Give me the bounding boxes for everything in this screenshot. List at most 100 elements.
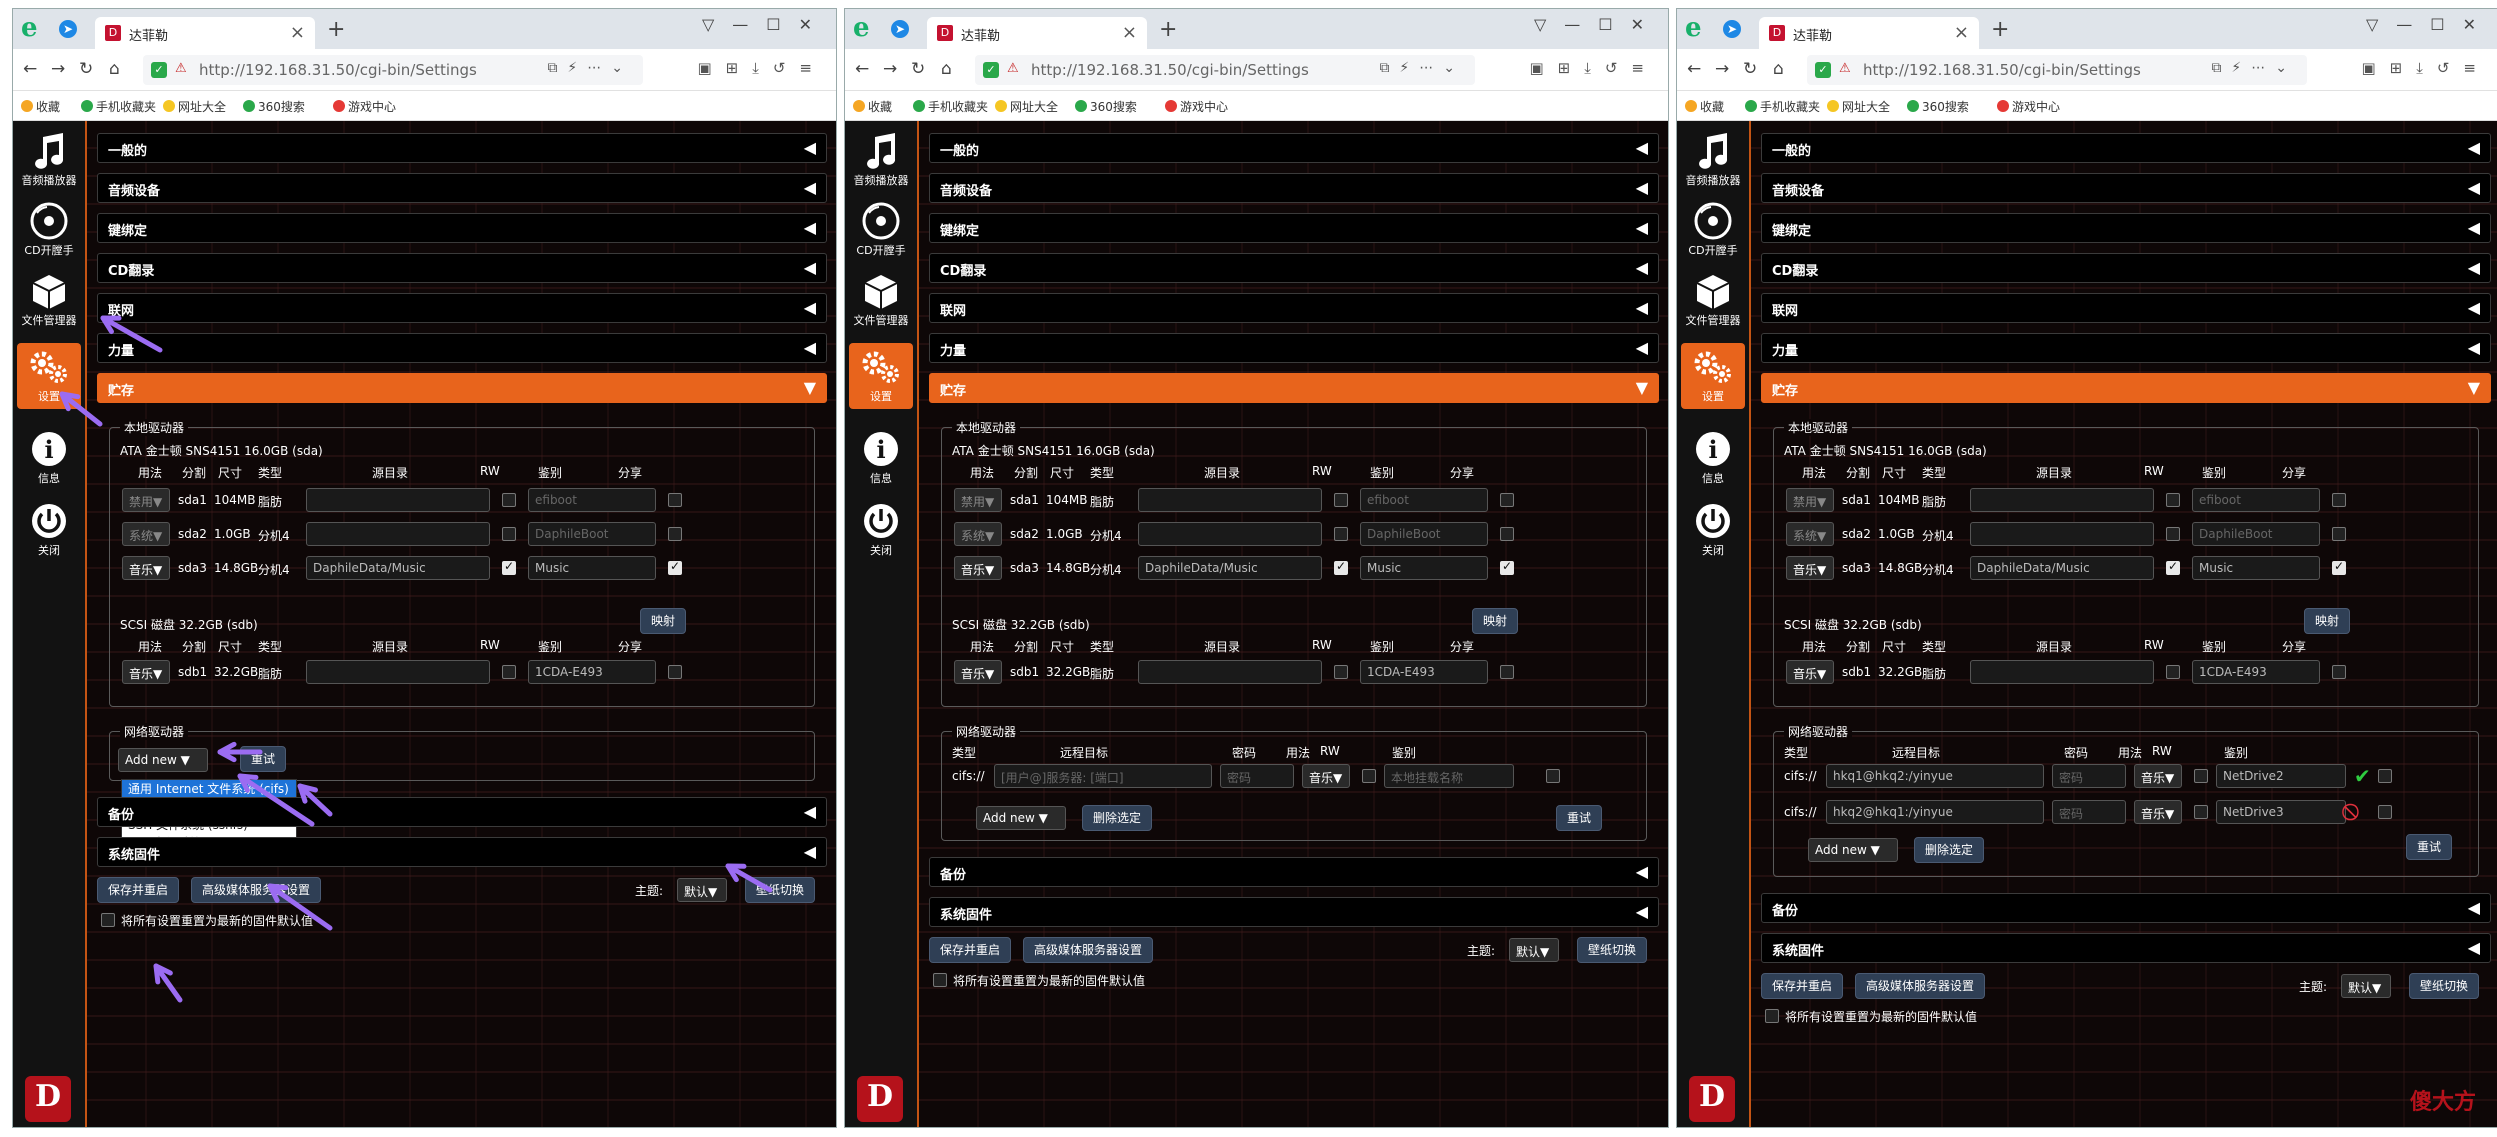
share-checkbox[interactable] <box>2332 493 2346 507</box>
rw-checkbox[interactable] <box>2166 493 2180 507</box>
usage-select[interactable]: 音乐▼ <box>1302 764 1350 788</box>
rw-checkbox[interactable] <box>2166 559 2180 575</box>
share-checkbox[interactable] <box>1500 527 1514 541</box>
bookmark-item[interactable]: 游戏中心 <box>333 98 396 115</box>
rw-checkbox[interactable] <box>1362 769 1376 783</box>
forward-icon[interactable]: → <box>1715 59 1729 79</box>
section-storage[interactable]: 贮存 ▼ <box>929 373 1659 403</box>
bookmark-item[interactable]: 网址大全 <box>1827 98 1890 115</box>
share-checkbox[interactable] <box>1500 665 1514 679</box>
section-audio[interactable]: 音频设备 ◀ <box>1761 173 2491 203</box>
shield-icon[interactable]: ➤ <box>891 20 909 38</box>
label-input[interactable]: DaphileBoot <box>528 522 656 546</box>
sidebar-item-music-note[interactable]: 音频播放器 <box>17 127 81 193</box>
usage-select[interactable]: 音乐▼ <box>954 556 1002 580</box>
url-field[interactable]: ✓ ⚠ http://192.168.31.50/cgi-bin/Settings ⧉… <box>1807 55 2307 85</box>
remote-target-input[interactable]: hkq1@hkq2:/yinyue <box>1826 764 2044 788</box>
url-tools-icons[interactable]: ⧉⚡⋯⌄ <box>547 60 633 76</box>
url-tools-icons[interactable]: ⧉⚡⋯⌄ <box>2211 60 2297 76</box>
share-checkbox[interactable] <box>2332 665 2346 679</box>
section-firmware[interactable]: 系统固件 ◀ <box>1761 933 2491 963</box>
rw-checkbox[interactable] <box>2194 805 2208 819</box>
rw-checkbox[interactable] <box>502 493 516 507</box>
label-input[interactable]: Music <box>528 556 656 580</box>
sidebar-item-power[interactable]: 关闭 <box>17 497 81 563</box>
tab-close-icon[interactable]: × <box>290 22 305 43</box>
rw-checkbox[interactable] <box>2166 527 2180 541</box>
section-backup[interactable]: 备份 ◀ <box>929 857 1659 887</box>
rw-checkbox[interactable] <box>2166 665 2180 679</box>
usage-select[interactable]: 系统▼ <box>954 522 1002 546</box>
sidebar-item-cd-disc[interactable]: CD开膛手 <box>849 197 913 263</box>
bookmark-item[interactable]: 手机收藏夹 <box>1745 98 1820 115</box>
label-input[interactable]: DaphileBoot <box>1360 522 1488 546</box>
sidebar-item-cd-disc[interactable]: CD开膛手 <box>1681 197 1745 263</box>
source-dir-input[interactable] <box>1138 522 1322 546</box>
label-input[interactable]: Music <box>2192 556 2320 580</box>
label-input[interactable]: 1CDA-E493 <box>528 660 656 684</box>
share-checkbox[interactable] <box>2332 527 2346 541</box>
usage-select[interactable]: 音乐▼ <box>1786 660 1834 684</box>
usage-select[interactable]: 禁用▼ <box>954 488 1002 512</box>
retry-button[interactable]: 重试 <box>240 746 287 772</box>
mount-name-input[interactable]: 本地挂载名称 <box>1384 764 1514 788</box>
usage-select[interactable]: 音乐▼ <box>122 556 170 580</box>
new-tab-icon[interactable]: + <box>1991 17 2009 42</box>
section-cd[interactable]: CD翻录 ◀ <box>929 253 1659 283</box>
forward-icon[interactable]: → <box>51 59 65 79</box>
save-restart-button[interactable]: 保存并重启 <box>97 877 180 903</box>
source-dir-input[interactable] <box>1970 660 2154 684</box>
map-button[interactable]: 映射 <box>2304 608 2351 634</box>
new-tab-icon[interactable]: + <box>1159 17 1177 42</box>
bookmark-item[interactable]: 手机收藏夹 <box>81 98 156 115</box>
label-input[interactable]: Music <box>1360 556 1488 580</box>
tab-close-icon[interactable]: × <box>1122 22 1137 43</box>
section-audio[interactable]: 音频设备 ◀ <box>929 173 1659 203</box>
share-checkbox[interactable] <box>668 493 682 507</box>
reload-icon[interactable]: ↻ <box>911 59 925 79</box>
add-new-select[interactable]: Add new ▼ <box>976 806 1066 830</box>
select-checkbox[interactable] <box>1546 769 1560 783</box>
section-network[interactable]: 联网 ◀ <box>1761 293 2491 323</box>
share-checkbox[interactable] <box>668 665 682 679</box>
section-storage[interactable]: 贮存 ▼ <box>97 373 827 403</box>
reload-icon[interactable]: ↻ <box>1743 59 1757 79</box>
label-input[interactable]: 1CDA-E493 <box>2192 660 2320 684</box>
map-button[interactable]: 映射 <box>1472 608 1519 634</box>
password-input[interactable]: 密码 <box>2052 764 2126 788</box>
section-power[interactable]: 力量 ◀ <box>97 333 827 363</box>
bookmark-item[interactable]: 网址大全 <box>163 98 226 115</box>
save-restart-button[interactable]: 保存并重启 <box>1761 973 1844 999</box>
mount-name-input[interactable]: NetDrive2 <box>2216 764 2346 788</box>
usage-select[interactable]: 系统▼ <box>1786 522 1834 546</box>
url-field[interactable]: ✓ ⚠ http://192.168.31.50/cgi-bin/Settings ⧉… <box>143 55 643 85</box>
back-icon[interactable]: ← <box>23 59 37 79</box>
label-input[interactable]: efiboot <box>528 488 656 512</box>
section-general[interactable]: 一般的 ◀ <box>97 133 827 163</box>
browser-tab[interactable]: D 达菲勒 × <box>1759 17 1979 49</box>
reset-defaults-checkbox[interactable] <box>101 913 115 927</box>
label-input[interactable]: efiboot <box>1360 488 1488 512</box>
section-general[interactable]: 一般的 ◀ <box>1761 133 2491 163</box>
retry-button[interactable]: 重试 <box>1556 805 1603 831</box>
usage-select[interactable]: 禁用▼ <box>1786 488 1834 512</box>
bookmark-item[interactable]: 收藏 <box>853 98 892 115</box>
theme-select[interactable]: 默认▼ <box>2341 974 2391 998</box>
window-controls[interactable]: ▽—☐✕ <box>1534 15 1662 34</box>
section-cd[interactable]: CD翻录 ◀ <box>1761 253 2491 283</box>
new-tab-icon[interactable]: + <box>327 17 345 42</box>
rw-checkbox[interactable] <box>1334 559 1348 575</box>
bookmark-item[interactable]: 360搜索 <box>1907 98 1969 115</box>
map-button[interactable]: 映射 <box>640 608 687 634</box>
section-cd[interactable]: CD翻录 ◀ <box>97 253 827 283</box>
usage-select[interactable]: 音乐▼ <box>954 660 1002 684</box>
source-dir-input[interactable]: DaphileData/Music <box>306 556 490 580</box>
sidebar-item-file-box[interactable]: 文件管理器 <box>17 267 81 333</box>
bookmark-item[interactable]: 手机收藏夹 <box>913 98 988 115</box>
sidebar-item-power[interactable]: 关闭 <box>1681 497 1745 563</box>
section-general[interactable]: 一般的 ◀ <box>929 133 1659 163</box>
reload-icon[interactable]: ↻ <box>79 59 93 79</box>
sidebar-item-cd-disc[interactable]: CD开膛手 <box>17 197 81 263</box>
share-checkbox[interactable] <box>1500 493 1514 507</box>
section-firmware[interactable]: 系统固件 ◀ <box>929 897 1659 927</box>
